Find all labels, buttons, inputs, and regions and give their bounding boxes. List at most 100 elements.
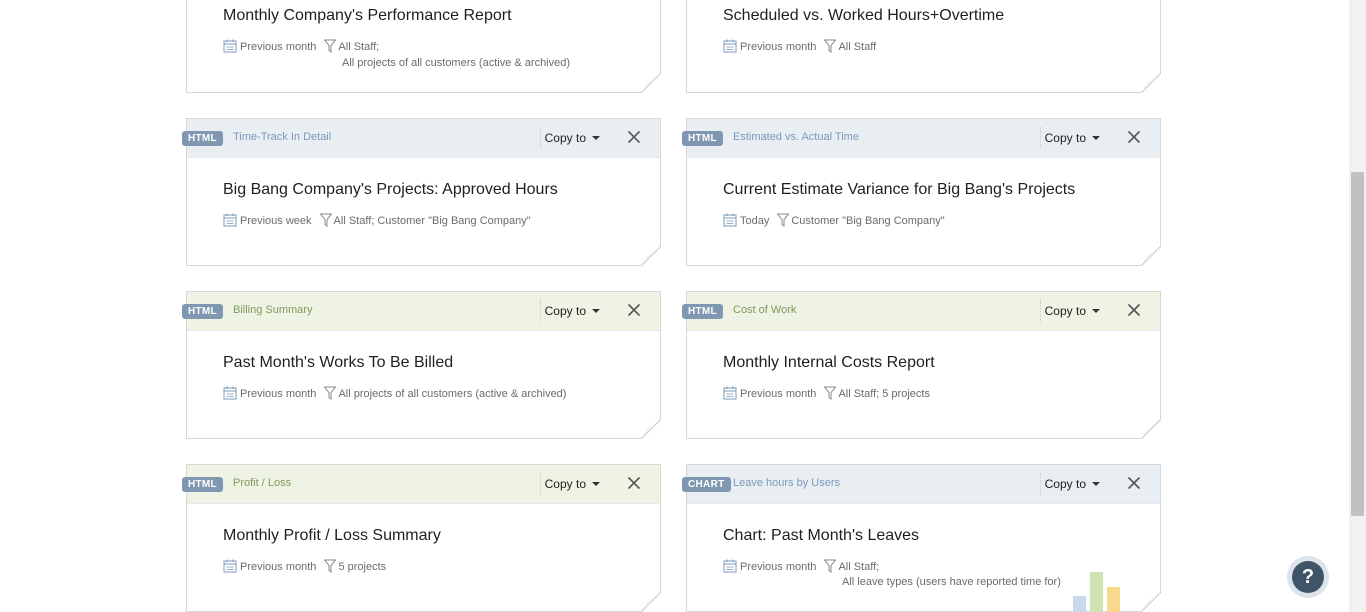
bar-chart-thumbnail-icon	[1073, 572, 1120, 612]
close-icon[interactable]	[626, 129, 642, 145]
copy-to-button[interactable]: Copy to	[539, 300, 604, 322]
filter-icon	[824, 386, 836, 400]
filter-text: All Staff;	[338, 41, 380, 53]
copy-to-label: Copy to	[544, 131, 586, 145]
report-meta: Today Customer "Big Bang Company"	[723, 213, 945, 227]
report-meta: Previous week All Staff; Customer "Big Ba…	[223, 213, 531, 227]
date-range: Previous month	[240, 388, 317, 400]
report-meta: Previous month All Staff;	[723, 559, 879, 573]
help-icon: ?	[1292, 561, 1324, 593]
copy-to-button[interactable]: Copy to	[1039, 127, 1104, 149]
copy-to-button[interactable]: Copy to	[1039, 300, 1104, 322]
filter-text: All projects of all customers (active & …	[338, 388, 567, 400]
calendar-icon	[223, 559, 237, 573]
filter-text-secondary: All projects of all customers (active & …	[342, 57, 571, 69]
report-meta: Previous month All projects of all custom…	[223, 386, 566, 400]
close-icon[interactable]	[1126, 129, 1142, 145]
close-icon[interactable]	[1126, 475, 1142, 491]
date-range: Previous month	[740, 41, 817, 53]
card-header: HTML Estimated vs. Actual Time Copy to	[682, 119, 1160, 158]
copy-to-button[interactable]: Copy to	[539, 473, 604, 495]
close-icon[interactable]	[1126, 302, 1142, 318]
page-fold-corner	[641, 73, 661, 93]
report-type-label: Billing Summary	[233, 304, 313, 316]
filter-text: All Staff	[838, 41, 877, 53]
card-header: HTML Billing Summary Copy to	[182, 292, 660, 331]
page-fold-corner	[1141, 246, 1161, 266]
report-title[interactable]: Current Estimate Variance for Big Bang's…	[723, 181, 1075, 199]
filter-icon	[777, 213, 789, 227]
scrollbar-thumb[interactable]	[1351, 172, 1364, 516]
report-meta: Previous month All Staff; 5 projects	[723, 386, 930, 400]
card-header: HTML Cost of Work Copy to	[682, 292, 1160, 331]
page-fold-corner	[641, 419, 661, 439]
report-meta: Previous month 5 projects	[223, 559, 386, 573]
filter-icon	[324, 386, 336, 400]
page-fold-corner	[641, 246, 661, 266]
filter-text: Customer "Big Bang Company"	[791, 215, 945, 227]
filter-text: All Staff; 5 projects	[838, 388, 930, 400]
report-format-badge: HTML	[682, 131, 723, 146]
vertical-scrollbar[interactable]	[1349, 0, 1366, 612]
filter-icon	[320, 213, 332, 227]
report-format-badge: HTML	[182, 477, 223, 492]
copy-to-button[interactable]: Copy to	[1039, 473, 1104, 495]
close-icon[interactable]	[626, 475, 642, 491]
card-header: HTML Profit / Loss Copy to	[182, 465, 660, 504]
copy-to-label: Copy to	[1044, 131, 1086, 145]
calendar-icon	[723, 213, 737, 227]
report-title[interactable]: Past Month's Works To Be Billed	[223, 354, 453, 372]
date-range: Previous month	[740, 388, 817, 400]
report-card[interactable]: Scheduled vs. Worked Hours+Overtime Prev…	[686, 0, 1161, 93]
filter-icon	[324, 39, 336, 53]
report-title[interactable]: Monthly Company's Performance Report	[223, 7, 512, 25]
report-card[interactable]: HTML Billing Summary Copy to Past Month'…	[182, 291, 661, 439]
report-type-label: Time-Track In Detail	[233, 131, 332, 143]
report-format-badge: HTML	[182, 304, 223, 319]
copy-to-label: Copy to	[544, 304, 586, 318]
report-type-label: Estimated vs. Actual Time	[733, 131, 859, 143]
copy-to-button[interactable]: Copy to	[539, 127, 604, 149]
filter-text: All Staff; Customer "Big Bang Company"	[333, 215, 531, 227]
caret-down-icon	[1092, 136, 1100, 140]
caret-down-icon	[592, 482, 600, 486]
date-range: Today	[740, 215, 770, 227]
report-card[interactable]: HTML Estimated vs. Actual Time Copy to C…	[682, 118, 1161, 266]
report-card[interactable]: CHART Leave hours by Users Copy to Chart…	[682, 464, 1161, 612]
report-title[interactable]: Monthly Profit / Loss Summary	[223, 527, 441, 545]
page-fold-corner	[641, 592, 661, 612]
page-fold-corner	[1141, 419, 1161, 439]
report-title[interactable]: Chart: Past Month's Leaves	[723, 527, 919, 545]
close-icon[interactable]	[626, 302, 642, 318]
copy-to-label: Copy to	[1044, 304, 1086, 318]
caret-down-icon	[592, 309, 600, 313]
report-title[interactable]: Monthly Internal Costs Report	[723, 354, 935, 372]
card-header: HTML Time-Track In Detail Copy to	[182, 119, 660, 158]
report-card[interactable]: HTML Profit / Loss Copy to Monthly Profi…	[182, 464, 661, 612]
date-range: Previous month	[240, 561, 317, 573]
calendar-icon	[723, 386, 737, 400]
caret-down-icon	[1092, 309, 1100, 313]
caret-down-icon	[1092, 482, 1100, 486]
report-title[interactable]: Scheduled vs. Worked Hours+Overtime	[723, 7, 1004, 25]
report-type-label: Profit / Loss	[233, 477, 292, 489]
calendar-icon	[223, 213, 237, 227]
card-header: CHART Leave hours by Users Copy to	[682, 465, 1160, 504]
filter-text: All Staff;	[838, 561, 880, 573]
filter-text-secondary: All leave types (users have reported tim…	[842, 576, 1061, 588]
date-range: Previous week	[240, 215, 312, 227]
filter-icon	[824, 39, 836, 53]
report-type-label: Cost of Work	[733, 304, 797, 316]
help-button[interactable]: ?	[1287, 556, 1329, 598]
report-meta: Previous month All Staff	[723, 39, 876, 53]
caret-down-icon	[592, 136, 600, 140]
report-card[interactable]: HTML Cost of Work Copy to Monthly Intern…	[682, 291, 1161, 439]
calendar-icon	[723, 559, 737, 573]
date-range: Previous month	[740, 561, 817, 573]
report-card[interactable]: Monthly Company's Performance Report Pre…	[186, 0, 661, 93]
report-card[interactable]: HTML Time-Track In Detail Copy to Big Ba…	[182, 118, 661, 266]
report-title[interactable]: Big Bang Company's Projects: Approved Ho…	[223, 181, 558, 199]
calendar-icon	[723, 39, 737, 53]
calendar-icon	[223, 386, 237, 400]
report-type-label: Leave hours by Users	[733, 477, 840, 489]
